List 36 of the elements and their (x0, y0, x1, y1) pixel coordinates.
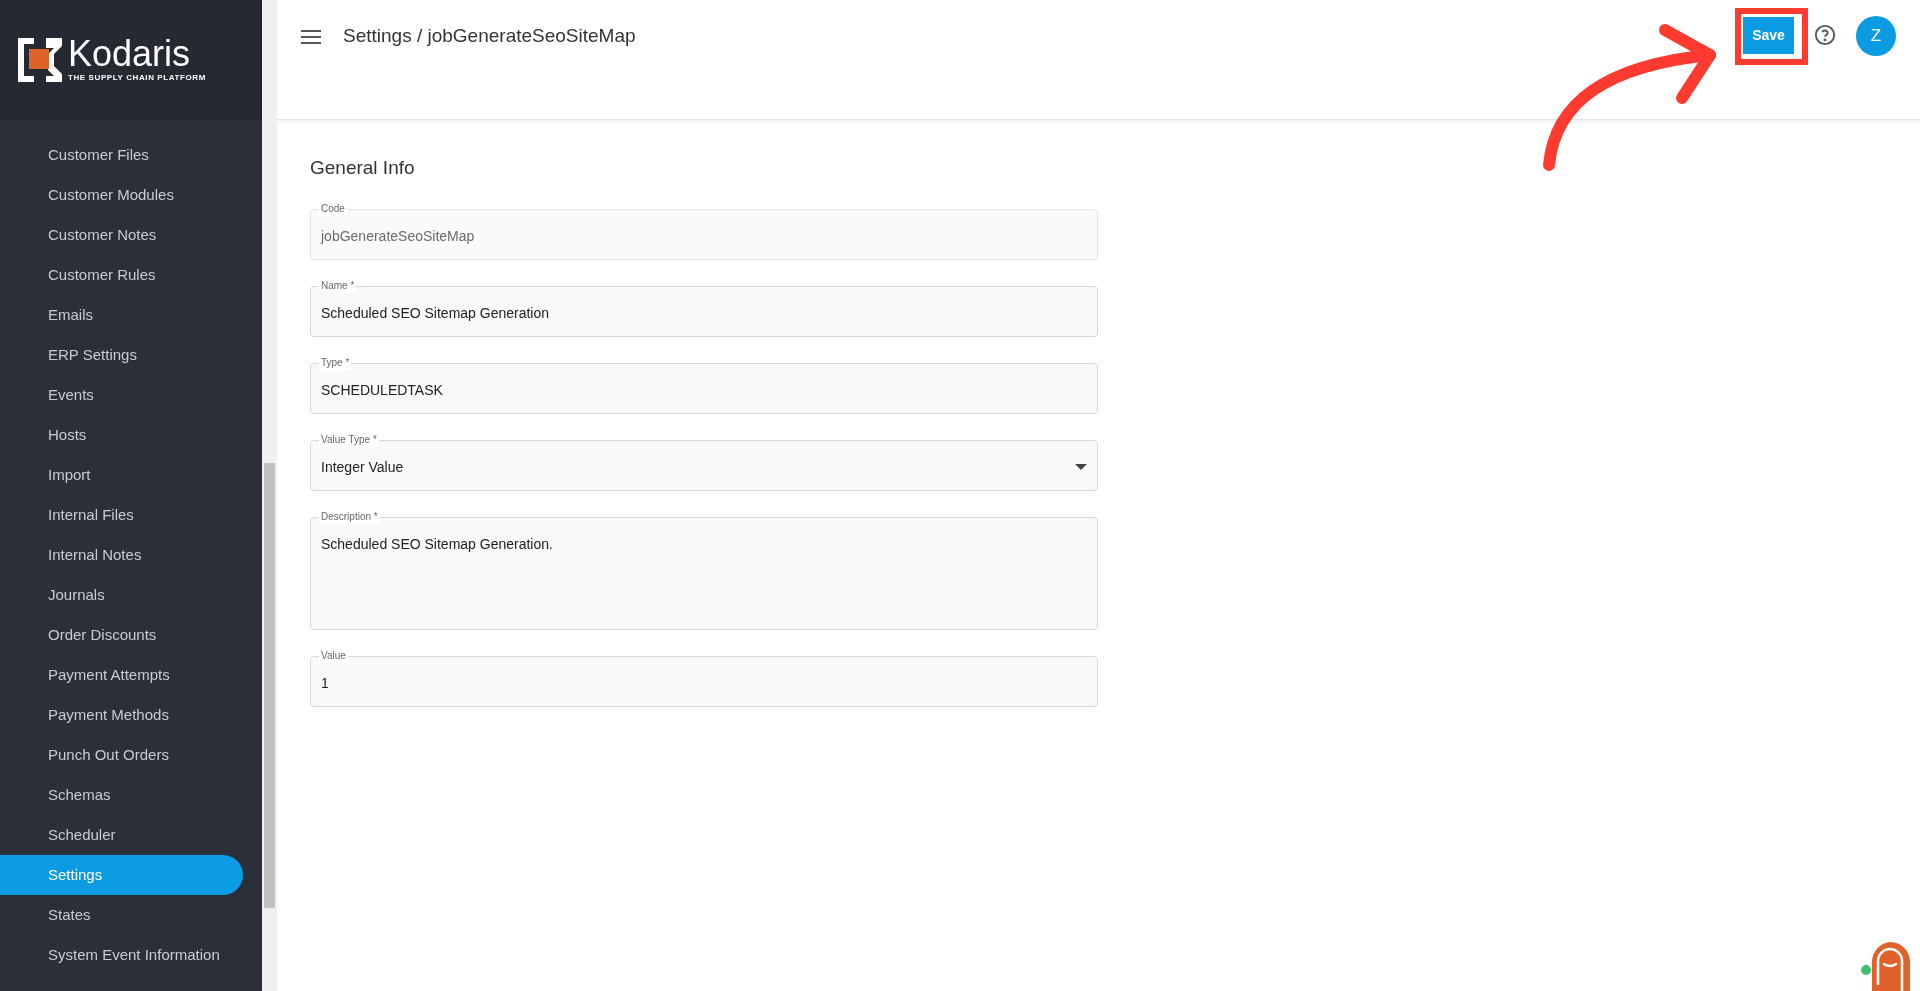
sidebar-item[interactable]: Payment Attempts (0, 655, 243, 695)
sidebar-item[interactable]: Internal Files (0, 495, 243, 535)
sidebar-item[interactable]: States (0, 895, 243, 935)
logo-wordmark: Kodaris (68, 36, 192, 72)
sidebar-item[interactable]: Scheduler (0, 815, 243, 855)
field-label: Description * (319, 509, 380, 524)
help-icon[interactable] (1814, 24, 1836, 46)
field-label: Value (319, 648, 348, 663)
sidebar-item[interactable]: Schemas (0, 775, 243, 815)
dropdown-caret-icon (1075, 464, 1087, 470)
logo-icon (18, 38, 62, 82)
sidebar-item[interactable]: Events (0, 375, 243, 415)
field-label: Value Type * (319, 432, 379, 447)
sidebar-item[interactable]: Hosts (0, 415, 243, 455)
section-title: General Info (310, 156, 416, 180)
sidebar-scrollbar[interactable] (262, 0, 277, 991)
sidebar-item[interactable]: Customer Modules (0, 175, 243, 215)
field-label: Code (319, 201, 347, 216)
sidebar-item[interactable]: Journals (0, 575, 243, 615)
sidebar-item[interactable]: Customer Files (0, 135, 243, 175)
menu-icon[interactable] (301, 30, 321, 44)
sidebar-item[interactable]: Customer Rules (0, 255, 243, 295)
sidebar-item[interactable]: Import (0, 455, 243, 495)
field-label: Name * (319, 278, 357, 293)
page-title: Settings / jobGenerateSeoSiteMap (343, 24, 636, 48)
sidebar-item[interactable]: Internal Notes (0, 535, 243, 575)
sidebar-item[interactable]: Emails (0, 295, 243, 335)
sidebar-item[interactable]: Customer Notes (0, 215, 243, 255)
chat-icon[interactable] (1860, 940, 1912, 991)
sidebar-item[interactable]: Punch Out Orders (0, 735, 243, 775)
sidebar-item[interactable]: System Event Information (0, 935, 243, 975)
sidebar-item[interactable]: Order Discounts (0, 615, 243, 655)
sidebar-item[interactable]: ERP Settings (0, 335, 243, 375)
sidebar-item[interactable]: Payment Methods (0, 695, 243, 735)
logo-tagline: THE SUPPLY CHAIN PLATFORM (68, 72, 206, 84)
field-label: Type * (319, 355, 352, 370)
